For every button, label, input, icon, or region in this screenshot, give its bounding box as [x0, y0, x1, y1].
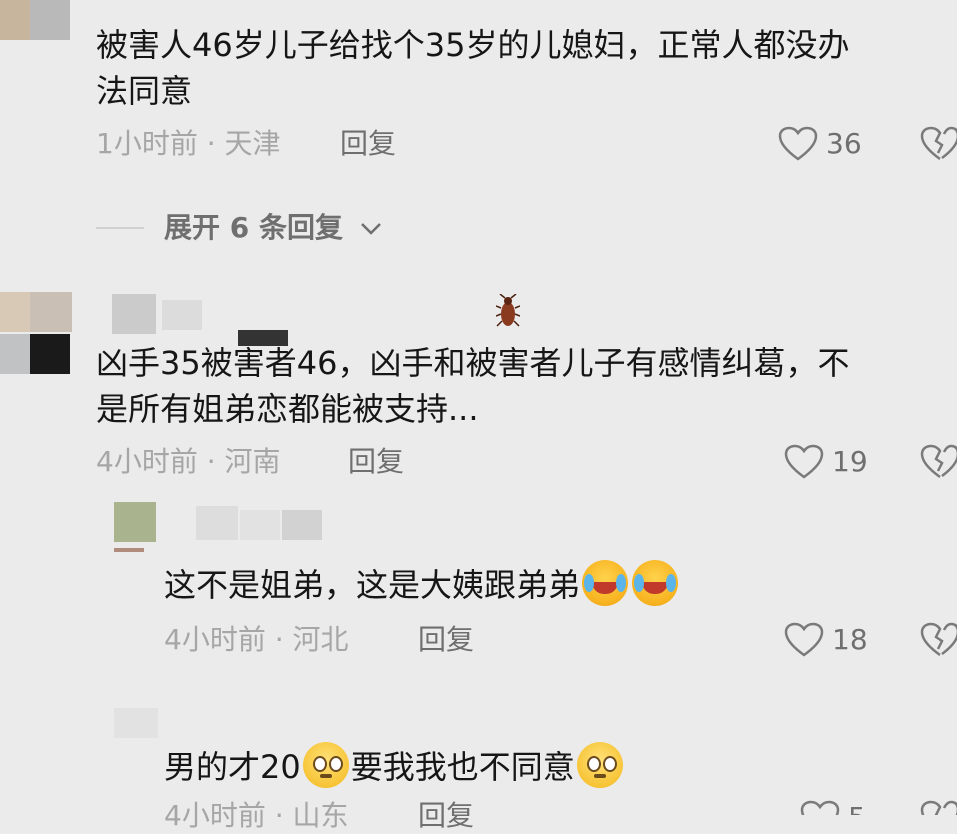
cockroach-sticker [496, 294, 520, 330]
broken-heart-icon[interactable] [920, 622, 957, 658]
meta-separator: · [274, 799, 284, 832]
reply-button[interactable]: 回复 [418, 798, 474, 834]
like-count: 19 [832, 445, 868, 478]
comment-text: 是所有姐弟恋都能被支持... [96, 390, 479, 428]
meta-separator: · [206, 127, 216, 160]
like-button[interactable]: 19 [784, 442, 874, 482]
comment-meta: 4小时前 · 河南 [96, 444, 281, 480]
pleading-emoji [576, 742, 623, 788]
reply-location: 河北 [292, 623, 349, 656]
comment-text: 法同意 [96, 72, 193, 110]
heart-outline-icon [784, 444, 824, 480]
reply-text: 这不是姐弟，这是大姨跟弟弟 [164, 558, 680, 612]
pleading-emoji [302, 742, 349, 788]
like-count: 18 [832, 623, 868, 656]
expand-replies-button[interactable]: 展开 6 条回复 [164, 210, 383, 246]
reply-location: 山东 [292, 799, 349, 832]
reply-button[interactable]: 回复 [340, 126, 396, 162]
like-count: 36 [826, 127, 862, 160]
reply-button[interactable]: 回复 [418, 622, 474, 658]
username[interactable] [114, 708, 158, 738]
comment-time: 4小时前 [96, 445, 198, 478]
avatar[interactable] [114, 502, 156, 554]
reply-text: 男的才20 要我我也不同意 [164, 740, 625, 794]
like-button[interactable]: 18 [784, 620, 874, 660]
meta-separator: · [206, 445, 216, 478]
reply-time: 4小时前 [164, 799, 266, 832]
expand-replies-label: 展开 6 条回复 [164, 211, 343, 244]
meta-separator: · [274, 623, 284, 656]
comment-time: 1小时前 [96, 127, 198, 160]
heart-outline-icon [784, 622, 824, 658]
chevron-down-icon [359, 221, 383, 237]
comment-location: 天津 [224, 127, 281, 160]
reply-meta: 4小时前 · 河北 [164, 622, 349, 658]
broken-heart-icon[interactable] [920, 126, 957, 162]
heart-outline-icon [778, 126, 818, 162]
like-button[interactable]: 5 [800, 798, 880, 815]
avatar[interactable] [0, 0, 72, 42]
avatar[interactable] [0, 292, 72, 376]
comment-meta: 1小时前 · 天津 [96, 126, 281, 162]
username[interactable] [196, 506, 326, 542]
laughing-crying-emoji [632, 560, 679, 606]
broken-heart-icon[interactable] [920, 444, 957, 480]
heart-outline-icon [800, 800, 840, 815]
broken-heart-icon[interactable] [920, 800, 957, 815]
like-count: 5 [848, 800, 866, 815]
reply-time: 4小时前 [164, 623, 266, 656]
laughing-crying-emoji [582, 560, 629, 606]
like-button[interactable]: 36 [778, 124, 868, 164]
expand-divider [96, 227, 144, 229]
reply-meta: 4小时前 · 山东 [164, 798, 349, 834]
comment-location: 河南 [224, 445, 281, 478]
comment-text: 被害人46岁儿子给找个35岁的儿媳妇，正常人都没办 [96, 26, 850, 64]
reply-button[interactable]: 回复 [348, 444, 404, 480]
